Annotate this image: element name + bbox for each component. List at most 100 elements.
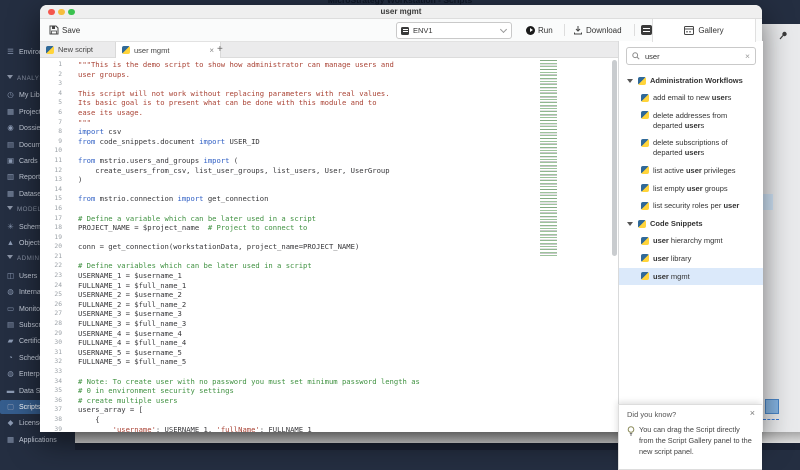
line-number: 3 <box>58 80 62 88</box>
python-icon <box>46 45 54 54</box>
download-icon <box>574 26 582 35</box>
objects-icon: ▲ <box>6 238 15 247</box>
code-line: 'username': USERNAME_1, 'fullName': FULL… <box>78 425 420 432</box>
environment-value: ENV1 <box>413 26 433 35</box>
code-token: get_connection <box>203 194 269 204</box>
save-button[interactable]: Save <box>49 19 80 41</box>
gallery-item[interactable]: user library <box>619 250 763 268</box>
scripts-icon: ▢ <box>6 402 15 411</box>
code-line: FULLNAME_4 = $full_name_4 <box>78 338 420 348</box>
variables-button[interactable] <box>641 25 652 35</box>
pin-icon[interactable] <box>779 31 788 40</box>
code-line: import csv <box>78 127 420 137</box>
code-line: USERNAME_3 = $username_3 <box>78 309 420 319</box>
code-token: ) <box>78 175 83 185</box>
python-icon <box>641 184 649 192</box>
tab-new-script[interactable]: New script <box>42 42 119 57</box>
certifications-icon: ▰ <box>7 336 14 346</box>
toolbar: Save ENV1 Run Download Gallery <box>40 19 762 42</box>
code-line: """ <box>78 118 420 128</box>
code-content[interactable]: """This is the demo script to show how a… <box>78 60 420 432</box>
code-token: """This is the demo script to show how a… <box>78 60 394 69</box>
code-line: FULLNAME_2 = $full_name_2 <box>78 300 420 310</box>
scrollbar-thumb[interactable] <box>611 60 617 256</box>
code-token: import <box>177 194 204 204</box>
line-number: 20 <box>54 243 62 251</box>
close-icon[interactable]: × <box>750 408 755 418</box>
code-token: : FULLNAME_1 <box>259 424 312 432</box>
code-line: user groups. <box>78 70 420 80</box>
did-you-know-text: You can drag the Script directly from th… <box>639 425 752 456</box>
code-line: # create multiple users <box>78 396 420 406</box>
run-icon <box>526 25 535 35</box>
code-token: # Define a variable which can be later u… <box>78 213 316 223</box>
gallery-item[interactable]: list empty user groups <box>619 180 763 198</box>
code-token: user groups. <box>78 69 130 79</box>
my-library-icon: ◷ <box>7 90 14 100</box>
minimap[interactable] <box>540 60 557 256</box>
gallery-item[interactable]: list security roles per user <box>619 197 763 215</box>
line-number: 17 <box>54 214 62 222</box>
gallery-item[interactable]: delete subscriptions of departed users <box>619 134 763 162</box>
close-tab-icon[interactable]: × <box>209 46 214 55</box>
code-token: FULLNAME_3 = $full_name_3 <box>78 319 187 329</box>
save-icon <box>49 25 59 35</box>
datasets-icon: ▦ <box>6 188 15 198</box>
gallery-item[interactable]: add email to new users <box>619 89 763 107</box>
sidebar-item-applications[interactable]: ▦ Applications <box>0 433 75 447</box>
code-token: csv <box>103 127 122 137</box>
clear-search-icon[interactable]: × <box>745 51 750 61</box>
download-button[interactable]: Download <box>573 19 622 41</box>
window-title: user mgmt <box>380 7 422 16</box>
internationalizations-icon: ◍ <box>7 287 14 297</box>
add-tab-button[interactable]: + <box>217 42 223 57</box>
line-number: 10 <box>54 147 62 155</box>
code-token: import <box>199 136 226 146</box>
gallery-item[interactable]: list active user privileges <box>619 162 763 180</box>
line-number: 29 <box>54 329 62 337</box>
chevron-down-icon[interactable] <box>7 75 13 79</box>
gallery-group-code-snippets[interactable]: Code Snippets <box>619 215 763 232</box>
line-number: 35 <box>54 387 62 395</box>
chevron-down-icon[interactable] <box>7 206 13 211</box>
code-token: USER_ID <box>225 136 260 146</box>
data-sources-icon: ▬ <box>6 385 15 395</box>
tab-user-mgmt[interactable]: user mgmt × <box>115 42 221 58</box>
code-token: FULLNAME_4 = $full_name_4 <box>78 338 187 348</box>
run-button[interactable]: Run <box>526 19 553 41</box>
code-token: USERNAME_3 = $username_3 <box>78 309 182 319</box>
code-token: FULLNAME_2 = $full_name_2 <box>78 299 187 309</box>
code-line: USERNAME_5 = $username_5 <box>78 348 420 358</box>
line-number: 2 <box>58 70 62 78</box>
gallery-item[interactable]: delete addresses from departed users <box>619 107 763 135</box>
code-line: from mstrio.connection import get_connec… <box>78 194 420 204</box>
reports-icon: ▥ <box>6 172 15 182</box>
line-number: 6 <box>58 108 62 116</box>
search-input[interactable] <box>643 50 746 62</box>
gallery-toggle-tab[interactable]: Gallery <box>652 19 756 42</box>
code-line: # Define variables which can be later us… <box>78 261 420 271</box>
gallery-item[interactable]: user hierarchy mgmt <box>619 232 763 250</box>
window-titlebar[interactable]: user mgmt <box>40 5 762 19</box>
code-line: # Note: To create user with no password … <box>78 377 420 387</box>
chevron-down-icon[interactable] <box>7 255 13 260</box>
vertical-scrollbar[interactable] <box>611 58 617 432</box>
environment-select[interactable]: ENV1 <box>396 22 512 39</box>
line-number: 9 <box>58 137 62 145</box>
download-label: Download <box>586 25 622 35</box>
code-token: PROJECT_NAME = $project_name <box>78 223 208 233</box>
code-line: create_users_from_csv, list_user_groups,… <box>78 166 420 176</box>
python-icon <box>122 46 130 54</box>
code-line: PROJECT_NAME = $project_name # Project t… <box>78 223 420 233</box>
gallery-search-box[interactable]: × <box>626 47 756 65</box>
chevron-down-icon <box>499 25 508 34</box>
gallery-group-administration-workflows[interactable]: Administration Workflows <box>619 72 763 89</box>
line-number: 22 <box>54 262 62 270</box>
line-number: 38 <box>54 415 62 423</box>
line-number: 13 <box>54 176 62 184</box>
code-editor[interactable]: 1 2 3 4 5 6 7 8 9 10 11 12 13 14 15 16 17 18 19 20 21 22 23 24 2… <box>40 58 618 432</box>
gallery-item[interactable]: user mgmt <box>619 267 763 286</box>
line-number: 39 <box>54 425 62 432</box>
